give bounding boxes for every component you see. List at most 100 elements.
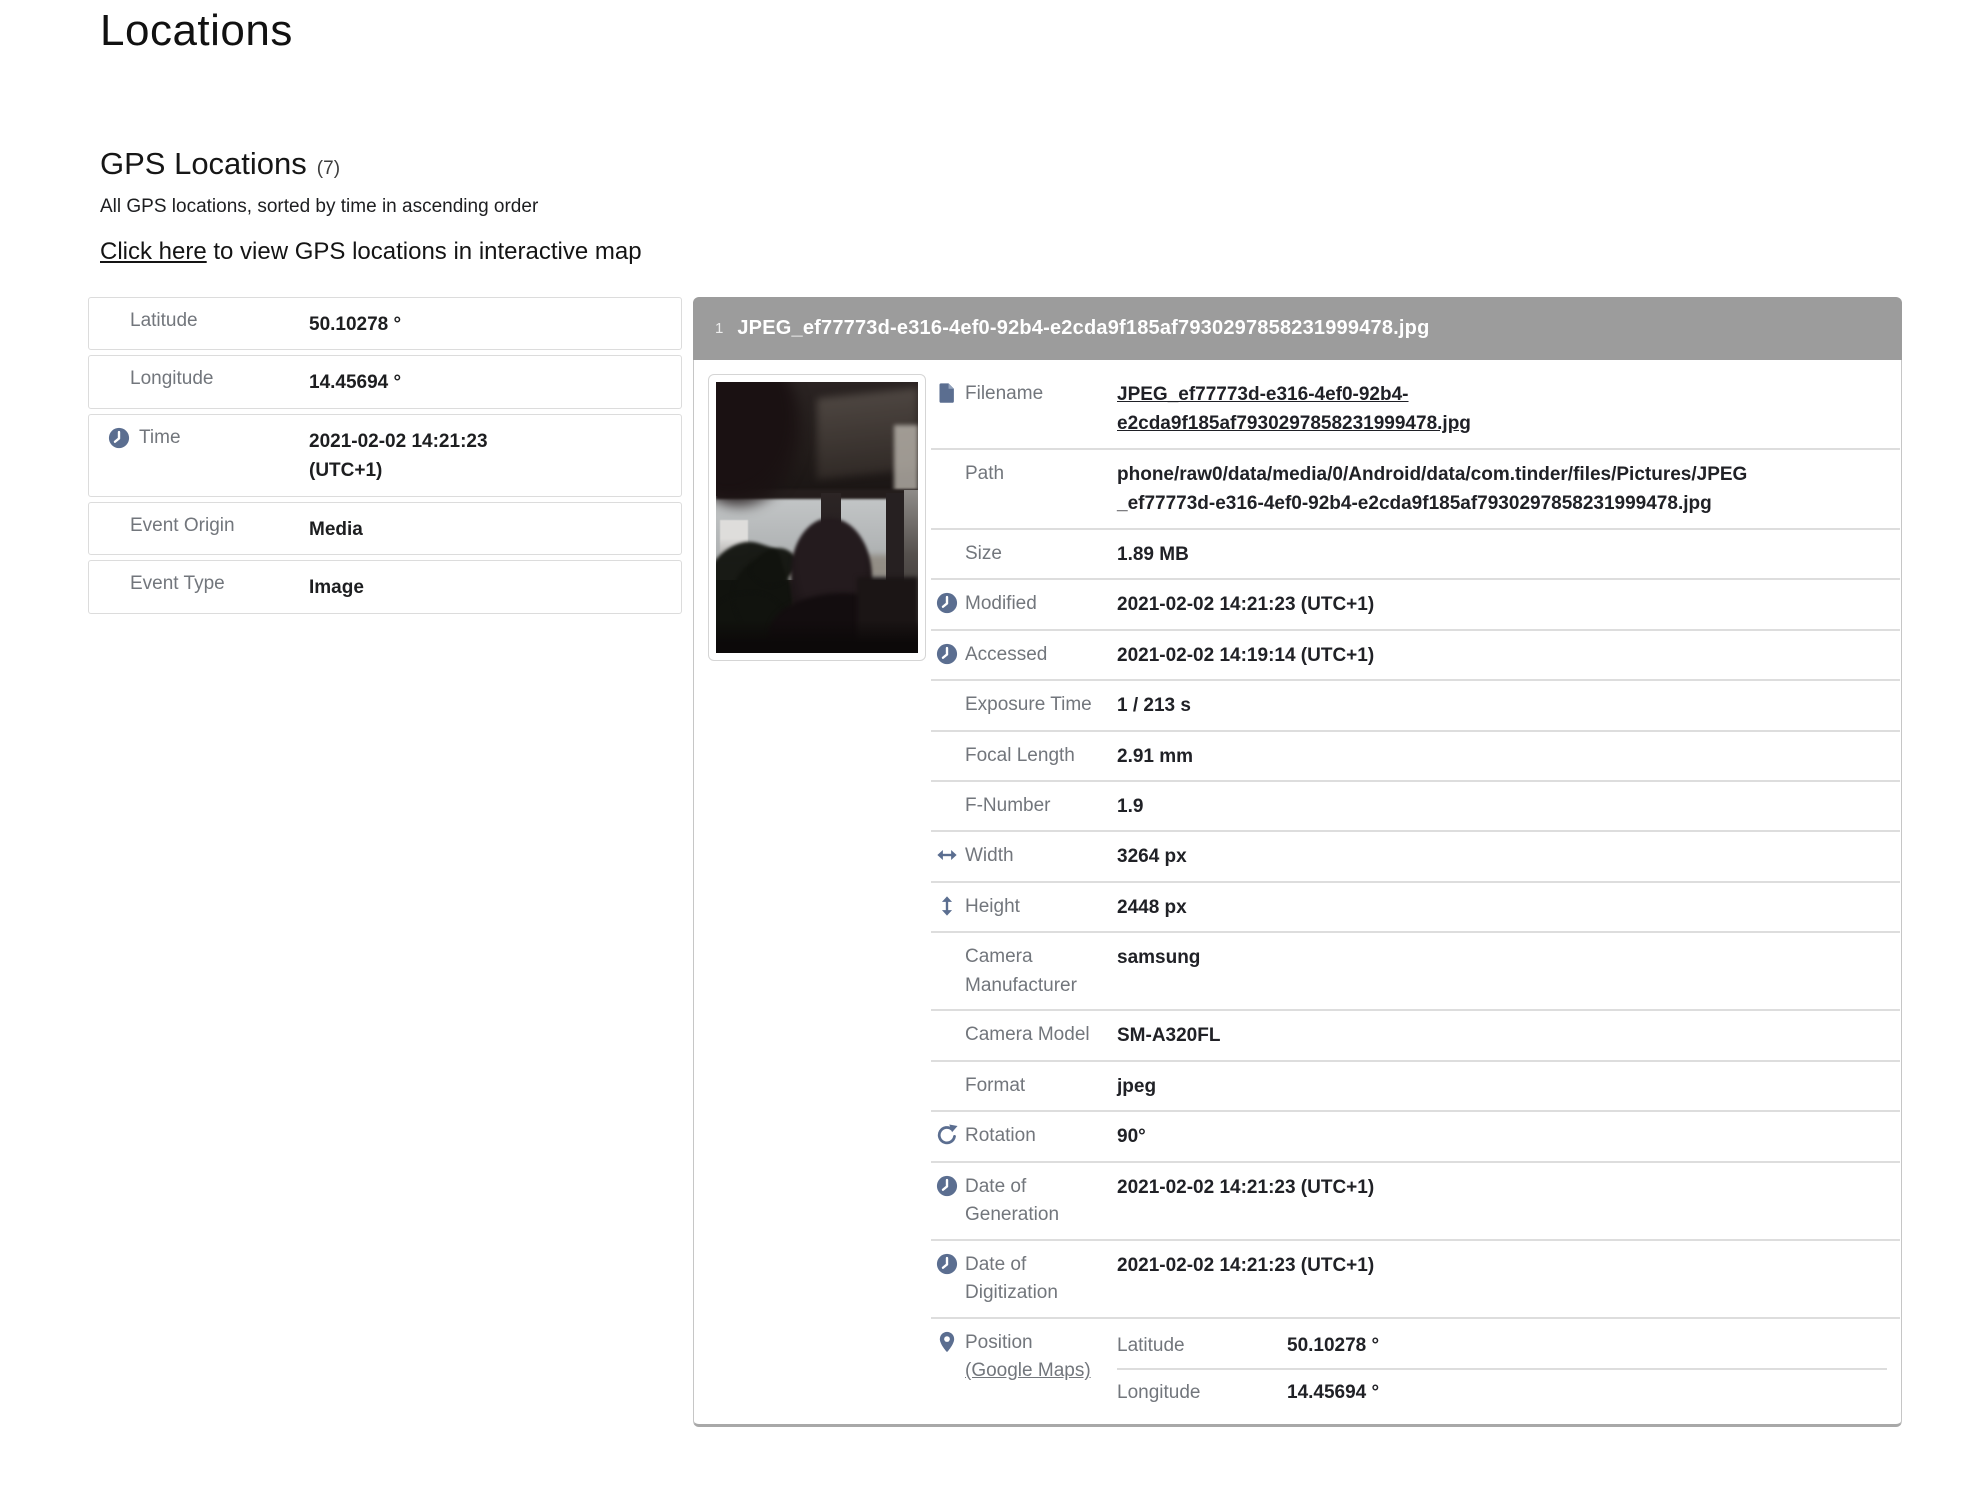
detail-row-value: samsung xyxy=(1117,943,1757,972)
detail-row: Size 1.89 MB xyxy=(931,528,1900,578)
section-heading-text: GPS Locations xyxy=(100,146,307,181)
detail-row: Width 3264 px xyxy=(931,830,1900,880)
detail-row: F-Number 1.9 xyxy=(931,780,1900,830)
detail-row-label: Rotation xyxy=(965,1122,1117,1151)
detail-row-label: Width xyxy=(965,842,1117,871)
file-icon xyxy=(936,382,958,404)
longitude-value: 14.45694 ° xyxy=(1287,1378,1379,1407)
gps-row-label: Longitude xyxy=(130,368,213,390)
detail-row-value: phone/raw0/data/media/0/Android/data/com… xyxy=(1117,460,1757,519)
rotation-icon xyxy=(936,1124,958,1146)
gps-row-label: Time xyxy=(139,427,181,449)
detail-row-value: 2021-02-02 14:19:14 (UTC+1) xyxy=(1117,641,1757,670)
detail-row-label: Camera Manufacturer xyxy=(965,943,1117,1000)
map-link-line: Click here to view GPS locations in inte… xyxy=(100,238,642,266)
detail-row: Format jpeg xyxy=(931,1060,1900,1110)
gps-table-row: Time 2021-02-02 14:21:23 (UTC+1) xyxy=(88,414,682,497)
interactive-map-link[interactable]: Click here xyxy=(100,238,207,265)
filename-link[interactable]: JPEG_ef77773d-e316-4ef0-92b4-e2cda9f185a… xyxy=(1117,384,1471,434)
detail-row-label: Filename xyxy=(965,380,1117,409)
detail-row-value: 2021-02-02 14:21:23 (UTC+1) xyxy=(1117,1251,1757,1280)
detail-row-value: 2021-02-02 14:21:23 (UTC+1) xyxy=(1117,590,1757,619)
latitude-value: 50.10278 ° xyxy=(1287,1331,1379,1360)
detail-row-label: Format xyxy=(965,1072,1117,1101)
detail-row-label: Exposure Time xyxy=(965,691,1117,720)
google-maps-link[interactable]: (Google Maps) xyxy=(965,1360,1091,1381)
gps-row-value: 14.45694 ° xyxy=(309,366,559,397)
detail-row: Camera Manufacturer samsung xyxy=(931,931,1900,1009)
detail-row-value: 2.91 mm xyxy=(1117,742,1757,771)
detail-row: Filename JPEG_ef77773d-e316-4ef0-92b4-e2… xyxy=(931,370,1900,448)
gps-table-row: Longitude 14.45694 ° xyxy=(88,355,682,408)
position-latitude-row: Latitude 50.10278 ° xyxy=(1117,1329,1887,1368)
gps-table: Latitude 50.10278 ° Longitude 14.45694 °… xyxy=(88,297,682,619)
media-detail-table: Filename JPEG_ef77773d-e316-4ef0-92b4-e2… xyxy=(931,370,1900,1418)
detail-row-label: Camera Model xyxy=(965,1021,1117,1050)
detail-row-label: Path xyxy=(965,460,1117,489)
detail-row-label: Size xyxy=(965,540,1117,569)
latitude-label: Latitude xyxy=(1117,1331,1287,1360)
gps-row-label: Latitude xyxy=(130,310,198,332)
longitude-label: Longitude xyxy=(1117,1378,1287,1407)
detail-row: Camera Model SM-A320FL xyxy=(931,1009,1900,1059)
detail-row-value: 2021-02-02 14:21:23 (UTC+1) xyxy=(1117,1173,1757,1202)
detail-row-value: 1.89 MB xyxy=(1117,540,1757,569)
detail-row: Path phone/raw0/data/media/0/Android/dat… xyxy=(931,448,1900,528)
detail-row: Focal Length 2.91 mm xyxy=(931,730,1900,780)
media-card-header: 1 JPEG_ef77773d-e316-4ef0-92b4-e2cda9f18… xyxy=(693,297,1902,360)
gps-table-row: Latitude 50.10278 ° xyxy=(88,297,682,350)
detail-row-label: Modified xyxy=(965,590,1117,619)
gps-table-row: Event Origin Media xyxy=(88,502,682,555)
detail-row-value: 1.9 xyxy=(1117,792,1757,821)
gps-row-value: Media xyxy=(309,513,559,544)
photo-thumbnail[interactable] xyxy=(716,382,918,653)
detail-row: Date of Digitization 2021-02-02 14:21:23… xyxy=(931,1239,1900,1317)
detail-row-label: Date of Generation xyxy=(965,1173,1117,1230)
detail-row: Modified 2021-02-02 14:21:23 (UTC+1) xyxy=(931,578,1900,628)
detail-row-label: Height xyxy=(965,893,1117,922)
width-arrow-icon xyxy=(936,844,958,866)
map-link-rest: to view GPS locations in interactive map xyxy=(207,238,642,265)
clock-icon xyxy=(108,427,130,449)
gps-row-value: Image xyxy=(309,571,559,602)
detail-row-value: 3264 px xyxy=(1117,842,1757,871)
detail-row-value: JPEG_ef77773d-e316-4ef0-92b4-e2cda9f185a… xyxy=(1117,380,1757,439)
detail-row-label: Accessed xyxy=(965,641,1117,670)
gps-table-row: Event Type Image xyxy=(88,560,682,613)
gps-row-label: Event Origin xyxy=(130,515,235,537)
detail-row: Accessed 2021-02-02 14:19:14 (UTC+1) xyxy=(931,629,1900,679)
clock-icon xyxy=(936,1175,958,1197)
height-arrow-icon xyxy=(936,895,958,917)
section-subtitle: All GPS locations, sorted by time in asc… xyxy=(100,196,538,218)
detail-row-label: F-Number xyxy=(965,792,1117,821)
clock-icon xyxy=(936,592,958,614)
detail-row-value: 2448 px xyxy=(1117,893,1757,922)
detail-row-value: jpeg xyxy=(1117,1072,1757,1101)
page-title: Locations xyxy=(100,6,293,56)
detail-row-position: Position (Google Maps) Latitude 50.10278… xyxy=(931,1317,1900,1419)
detail-row: Height 2448 px xyxy=(931,881,1900,931)
detail-row: Date of Generation 2021-02-02 14:21:23 (… xyxy=(931,1161,1900,1239)
detail-row: Rotation 90° xyxy=(931,1110,1900,1160)
gps-row-value: 50.10278 ° xyxy=(309,308,559,339)
detail-row-label: Focal Length xyxy=(965,742,1117,771)
media-card-body: Filename JPEG_ef77773d-e316-4ef0-92b4-e2… xyxy=(693,360,1902,1427)
detail-row: Exposure Time 1 / 213 s xyxy=(931,679,1900,729)
position-pin-icon xyxy=(936,1331,958,1353)
section-count: (7) xyxy=(317,158,340,179)
media-card-title: JPEG_ef77773d-e316-4ef0-92b4-e2cda9f185a… xyxy=(737,317,1429,340)
position-longitude-row: Longitude 14.45694 ° xyxy=(1117,1368,1887,1409)
position-label: Position xyxy=(965,1332,1033,1353)
media-card-index: 1 xyxy=(715,320,723,337)
gps-row-label: Event Type xyxy=(130,573,225,595)
detail-row-value: SM-A320FL xyxy=(1117,1021,1757,1050)
detail-row-value: 1 / 213 s xyxy=(1117,691,1757,720)
detail-row-value: 90° xyxy=(1117,1122,1757,1151)
detail-row-label: Date of Digitization xyxy=(965,1251,1117,1308)
section-heading: GPS Locations (7) xyxy=(100,146,340,182)
thumbnail-box xyxy=(708,374,926,661)
clock-icon xyxy=(936,643,958,665)
gps-row-value: 2021-02-02 14:21:23 (UTC+1) xyxy=(309,425,559,486)
media-card: 1 JPEG_ef77773d-e316-4ef0-92b4-e2cda9f18… xyxy=(693,297,1902,1427)
clock-icon xyxy=(936,1253,958,1275)
